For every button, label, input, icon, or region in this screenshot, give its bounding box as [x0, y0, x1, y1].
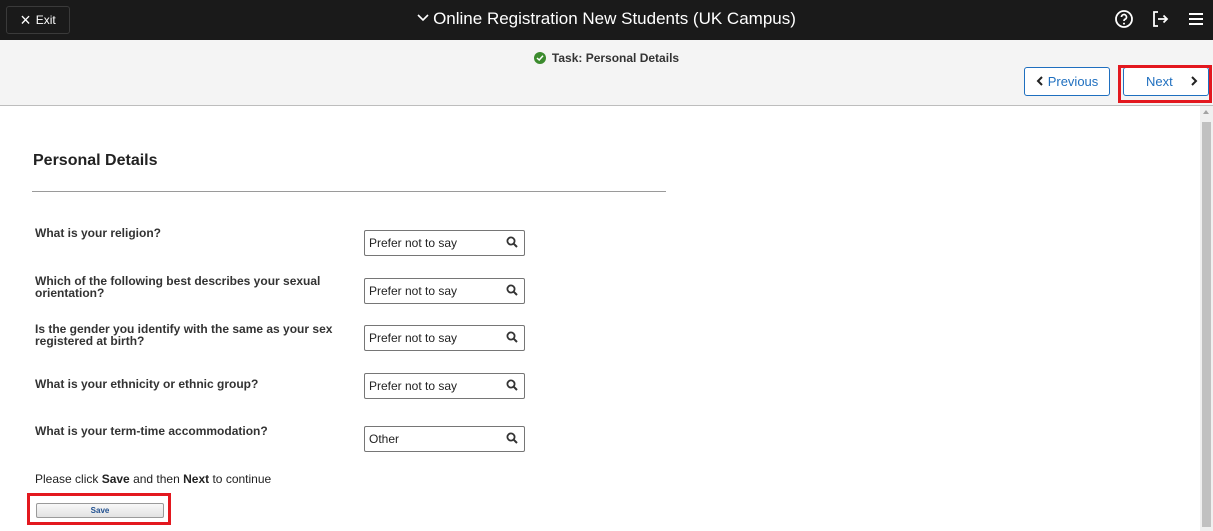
- religion-input[interactable]: [369, 236, 489, 250]
- task-title-text: Task: Personal Details: [551, 51, 680, 65]
- accommodation-label: What is your term-time accommodation?: [35, 424, 268, 438]
- search-icon[interactable]: [506, 284, 518, 299]
- save-highlight-box: [27, 493, 171, 525]
- sexual-orientation-input[interactable]: [369, 284, 489, 298]
- gender-identity-input[interactable]: [369, 331, 489, 345]
- instruction-pre: Please click: [35, 472, 102, 486]
- check-circle-icon: [533, 52, 546, 64]
- top-banner: × Exit Online Registration New Students …: [0, 0, 1213, 40]
- sexual-orientation-label: Which of the following best describes yo…: [35, 274, 321, 300]
- accommodation-input[interactable]: [369, 432, 489, 446]
- scrollbar-thumb[interactable]: [1202, 122, 1211, 527]
- task-header: Task: Personal Details Previous Next: [0, 40, 1213, 106]
- search-icon[interactable]: [506, 379, 518, 394]
- gender-identity-field[interactable]: [364, 325, 525, 351]
- chevron-down-icon: [417, 11, 429, 25]
- religion-field[interactable]: [364, 230, 525, 256]
- instruction-mid: and then: [129, 472, 184, 486]
- instruction-post: to continue: [209, 472, 272, 486]
- signout-icon[interactable]: [1149, 8, 1171, 30]
- task-title: Task: Personal Details: [0, 51, 1213, 65]
- main-content: Personal Details What is your religion? …: [0, 106, 1200, 531]
- ethnicity-label: What is your ethnicity or ethnic group?: [35, 377, 259, 391]
- ethnicity-field[interactable]: [364, 373, 525, 399]
- previous-label: Previous: [1047, 74, 1099, 89]
- sexual-orientation-field[interactable]: [364, 278, 525, 304]
- section-divider: [32, 191, 666, 192]
- help-icon[interactable]: [1113, 8, 1135, 30]
- scroll-up-arrow-icon[interactable]: [1203, 110, 1209, 114]
- search-icon[interactable]: [506, 236, 518, 251]
- accommodation-field[interactable]: [364, 426, 525, 452]
- ethnicity-input[interactable]: [369, 379, 489, 393]
- gender-identity-label: Is the gender you identify with the same…: [35, 322, 333, 348]
- menu-icon[interactable]: [1185, 8, 1207, 30]
- instruction-next-word: Next: [183, 472, 210, 486]
- app-title-text: Online Registration New Students (UK Cam…: [433, 9, 796, 28]
- page-title: Personal Details: [33, 152, 158, 169]
- previous-button[interactable]: Previous: [1024, 67, 1110, 96]
- vertical-scrollbar[interactable]: [1200, 106, 1213, 531]
- instruction-save-word: Save: [101, 472, 130, 486]
- search-icon[interactable]: [506, 331, 518, 346]
- search-icon[interactable]: [506, 432, 518, 447]
- next-highlight-box: [1118, 65, 1212, 103]
- religion-label: What is your religion?: [35, 226, 162, 240]
- instruction-text: Please click Save and then Next to conti…: [35, 472, 271, 486]
- app-title[interactable]: Online Registration New Students (UK Cam…: [0, 9, 1213, 29]
- chevron-left-icon: [1036, 74, 1043, 89]
